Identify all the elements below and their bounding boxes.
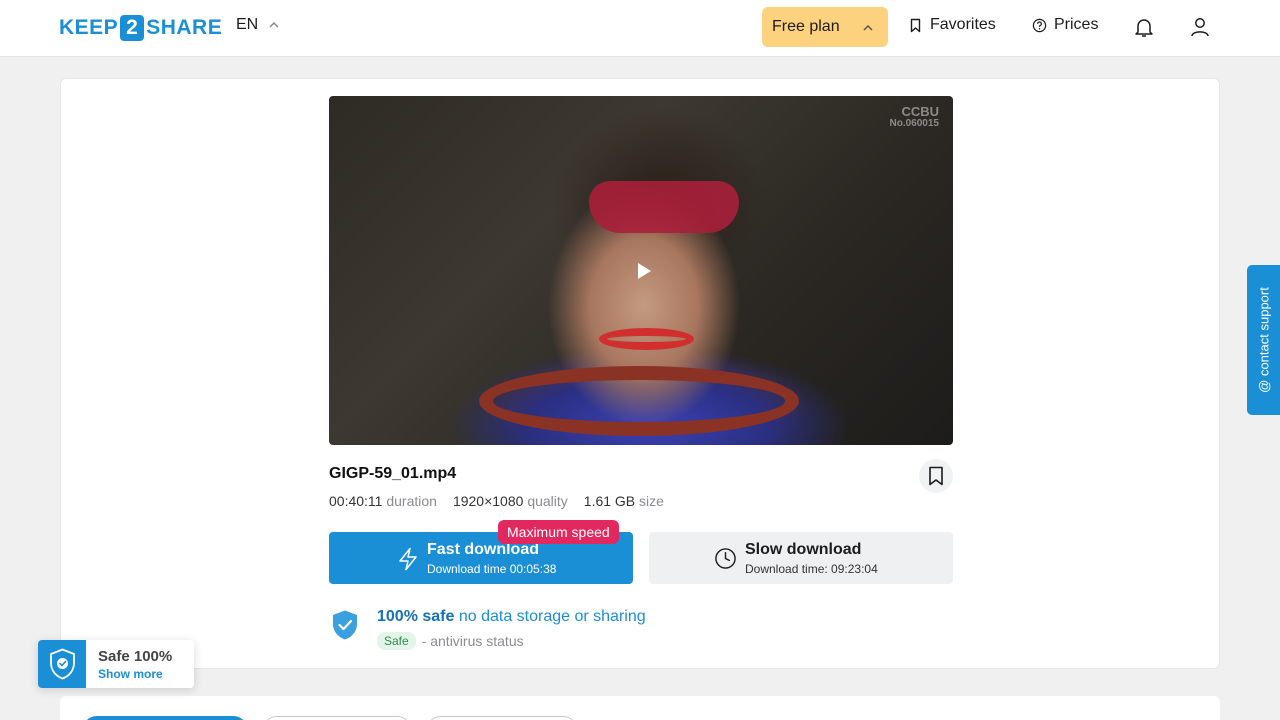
slow-download-title: Slow download (745, 541, 862, 558)
maximum-speed-badge: Maximum speed (498, 520, 619, 544)
chevron-up-icon (269, 21, 279, 28)
add-favorite-button[interactable] (919, 459, 953, 493)
size-label: size (639, 493, 664, 509)
meta-duration: 00:40:11 duration (329, 493, 437, 509)
favorites-link[interactable]: Favorites (908, 16, 996, 34)
user-icon (1191, 18, 1209, 37)
file-meta: 00:40:11 duration 1920×1080 quality 1.61… (329, 493, 664, 509)
logo-two: 2 (120, 15, 145, 41)
video-preview[interactable]: CCBU No.060015 (329, 96, 953, 445)
play-icon[interactable] (634, 261, 654, 281)
account-button[interactable] (1188, 15, 1212, 39)
plan-label: Free plan (772, 18, 840, 35)
video-scene-collar (599, 328, 694, 350)
contact-support-tab[interactable]: @ contact support (1247, 265, 1280, 415)
shield-check-icon (333, 610, 357, 640)
video-watermark: CCBU No.060015 (889, 104, 939, 130)
fast-download-time: Download time 00:05:38 (427, 562, 557, 576)
duration-label: duration (386, 493, 437, 509)
chevron-up-icon (863, 24, 873, 31)
bookmark-icon (929, 466, 943, 486)
bookmark-icon (910, 18, 921, 32)
quality-value: 1920×1080 (452, 493, 524, 509)
safety-headline: 100% safe no data storage or sharing (377, 608, 646, 626)
top-header: KEEP 2 SHARE EN Free plan Favorites Pric… (0, 0, 1280, 57)
video-scene-coil (479, 366, 799, 436)
language-selector[interactable]: EN (236, 16, 280, 34)
free-plan-button[interactable]: Free plan (762, 7, 888, 47)
safety-headline-bold: 100% safe (377, 608, 455, 625)
shield-check-icon (50, 648, 75, 680)
notifications-button[interactable] (1132, 15, 1156, 39)
prices-link[interactable]: Prices (1032, 16, 1098, 34)
video-scene-mask (589, 181, 739, 233)
language-label: EN (236, 16, 259, 33)
file-name: GIGP-59_01.mp4 (329, 465, 457, 482)
antivirus-status-text: - antivirus status (421, 633, 524, 649)
safe-widget-badge (38, 640, 86, 688)
meta-quality: 1920×1080 quality (453, 493, 568, 509)
favorites-label: Favorites (930, 16, 996, 33)
help-circle-icon (1032, 18, 1047, 32)
tab-3[interactable] (426, 716, 578, 720)
safe-widget-title: Safe 100% (98, 648, 173, 665)
safe-widget[interactable]: Safe 100% Show more (38, 640, 194, 688)
watermark-line1: CCBU (901, 104, 939, 119)
safe-chip: Safe (377, 632, 416, 650)
prices-label: Prices (1054, 16, 1099, 33)
antivirus-status: Safe - antivirus status (377, 632, 524, 650)
contact-support-label: @ contact support (1256, 287, 1271, 393)
details-card (60, 696, 1220, 720)
bell-icon (1135, 19, 1153, 37)
logo-keep: KEEP (59, 16, 119, 39)
file-card: CCBU No.060015 GIGP-59_01.mp4 00:40:11 d… (60, 78, 1220, 669)
clock-icon (715, 548, 736, 569)
size-value: 1.61 GB (583, 493, 636, 509)
show-more-link[interactable]: Show more (98, 667, 163, 681)
logo-share: SHARE (146, 16, 223, 39)
slow-download-time: Download time: 09:23:04 (745, 562, 878, 576)
quality-label: quality (527, 493, 568, 509)
tab-active[interactable] (82, 716, 248, 720)
watermark-line2: No.060015 (889, 118, 939, 129)
keep2share-logo[interactable]: KEEP 2 SHARE (59, 14, 222, 42)
tab-2[interactable] (262, 716, 412, 720)
duration-value: 00:40:11 (329, 493, 383, 509)
safety-headline-rest: no data storage or sharing (454, 608, 646, 625)
meta-size: 1.61 GB size (584, 493, 664, 509)
slow-download-button[interactable]: Slow download Download time: 09:23:04 (649, 532, 953, 584)
lightning-icon (399, 547, 417, 571)
